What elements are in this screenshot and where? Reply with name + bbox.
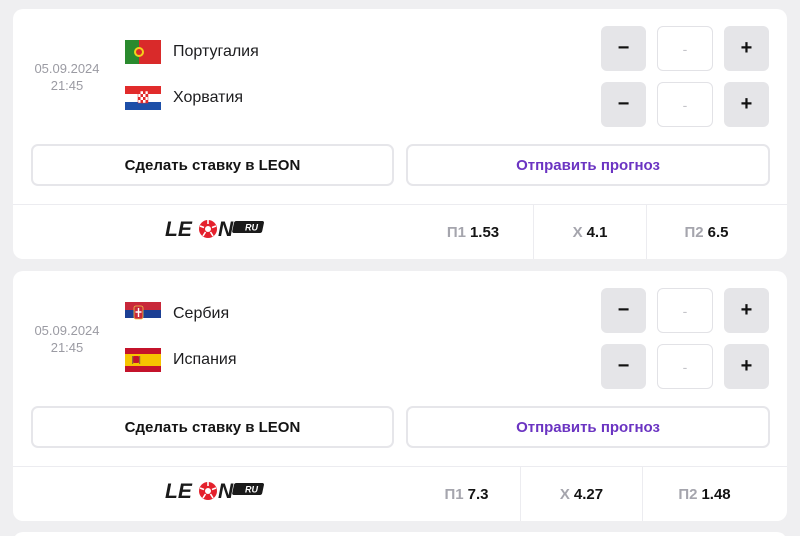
logo-text: N [218, 480, 234, 502]
match-card: 05.09.2024 21:45 Сербия Испания − - + − … [13, 271, 787, 521]
odd-draw[interactable]: Х 4.27 [520, 467, 642, 521]
croatia-flag-icon [125, 86, 161, 110]
match-date: 05.09.2024 [34, 61, 100, 76]
odd-label: П2 [678, 485, 698, 503]
score-input[interactable]: - [657, 82, 713, 127]
place-bet-button[interactable]: Сделать ставку в LEON [31, 144, 394, 186]
leon-logo[interactable]: LE N RU [165, 218, 269, 240]
increment-button[interactable]: + [724, 288, 769, 333]
score-input[interactable]: - [657, 288, 713, 333]
odd-label: П2 [684, 223, 704, 241]
odd-label: Х [559, 485, 570, 503]
score-stepper-home: − - + [601, 288, 769, 333]
odd-label: Х [572, 223, 583, 241]
team-row-away: Хорватия [125, 86, 243, 110]
match-date: 05.09.2024 [34, 323, 100, 338]
increment-button[interactable]: + [724, 82, 769, 127]
increment-button[interactable]: + [724, 26, 769, 71]
logo-badge: RU [245, 223, 258, 233]
logo-badge: RU [245, 485, 258, 495]
score-stepper-away: − - + [601, 82, 769, 127]
match-time: 21:45 [50, 78, 84, 93]
match-card-partial [13, 532, 787, 536]
match-time: 21:45 [50, 340, 84, 355]
team-name: Португалия [173, 43, 259, 60]
odd-home[interactable]: П1 7.3 [413, 467, 520, 521]
odd-away[interactable]: П2 1.48 [642, 467, 766, 521]
score-stepper-away: − - + [601, 344, 769, 389]
decrement-button[interactable]: − [601, 288, 646, 333]
odd-home[interactable]: П1 1.53 [413, 205, 533, 259]
leon-logo-icon: LE N RU [165, 218, 264, 240]
decrement-button[interactable]: − [601, 82, 646, 127]
odd-value: 1.53 [469, 223, 500, 241]
odd-label: П1 [444, 485, 464, 503]
team-row-home: Сербия [125, 302, 229, 326]
odds-row: П1 1.53 Х 4.1 П2 6.5 [413, 205, 766, 259]
send-forecast-button[interactable]: Отправить прогноз [406, 144, 770, 186]
decrement-button[interactable]: − [601, 344, 646, 389]
team-name: Испания [173, 351, 237, 368]
logo-text: LE [165, 480, 193, 502]
match-datetime: 05.09.2024 21:45 [25, 322, 109, 356]
match-datetime: 05.09.2024 21:45 [25, 60, 109, 94]
odd-value: 4.27 [573, 485, 604, 503]
match-card: 05.09.2024 21:45 Португалия Хорватия − -… [13, 9, 787, 259]
odd-draw[interactable]: Х 4.1 [533, 205, 646, 259]
leon-logo-icon: LE N RU [165, 480, 264, 502]
odd-value: 4.1 [586, 223, 608, 241]
odd-value: 1.48 [701, 485, 731, 503]
decrement-button[interactable]: − [601, 26, 646, 71]
serbia-flag-icon [125, 302, 161, 326]
score-input[interactable]: - [657, 344, 713, 389]
score-input[interactable]: - [657, 26, 713, 71]
portugal-flag-icon [125, 40, 161, 64]
odd-value: 7.3 [467, 485, 489, 503]
odd-label: П1 [446, 223, 466, 241]
place-bet-button[interactable]: Сделать ставку в LEON [31, 406, 394, 448]
odd-away[interactable]: П2 6.5 [646, 205, 766, 259]
increment-button[interactable]: + [724, 344, 769, 389]
send-forecast-button[interactable]: Отправить прогноз [406, 406, 770, 448]
leon-logo[interactable]: LE N RU [165, 480, 269, 502]
team-row-home: Португалия [125, 40, 259, 64]
odd-value: 6.5 [707, 223, 729, 241]
odds-row: П1 7.3 Х 4.27 П2 1.48 [413, 467, 766, 521]
team-row-away: Испания [125, 348, 237, 372]
team-name: Сербия [173, 305, 230, 322]
team-name: Хорватия [173, 89, 244, 106]
score-stepper-home: − - + [601, 26, 769, 71]
logo-text: N [218, 218, 234, 240]
logo-text: LE [165, 218, 193, 240]
spain-flag-icon [125, 348, 161, 372]
